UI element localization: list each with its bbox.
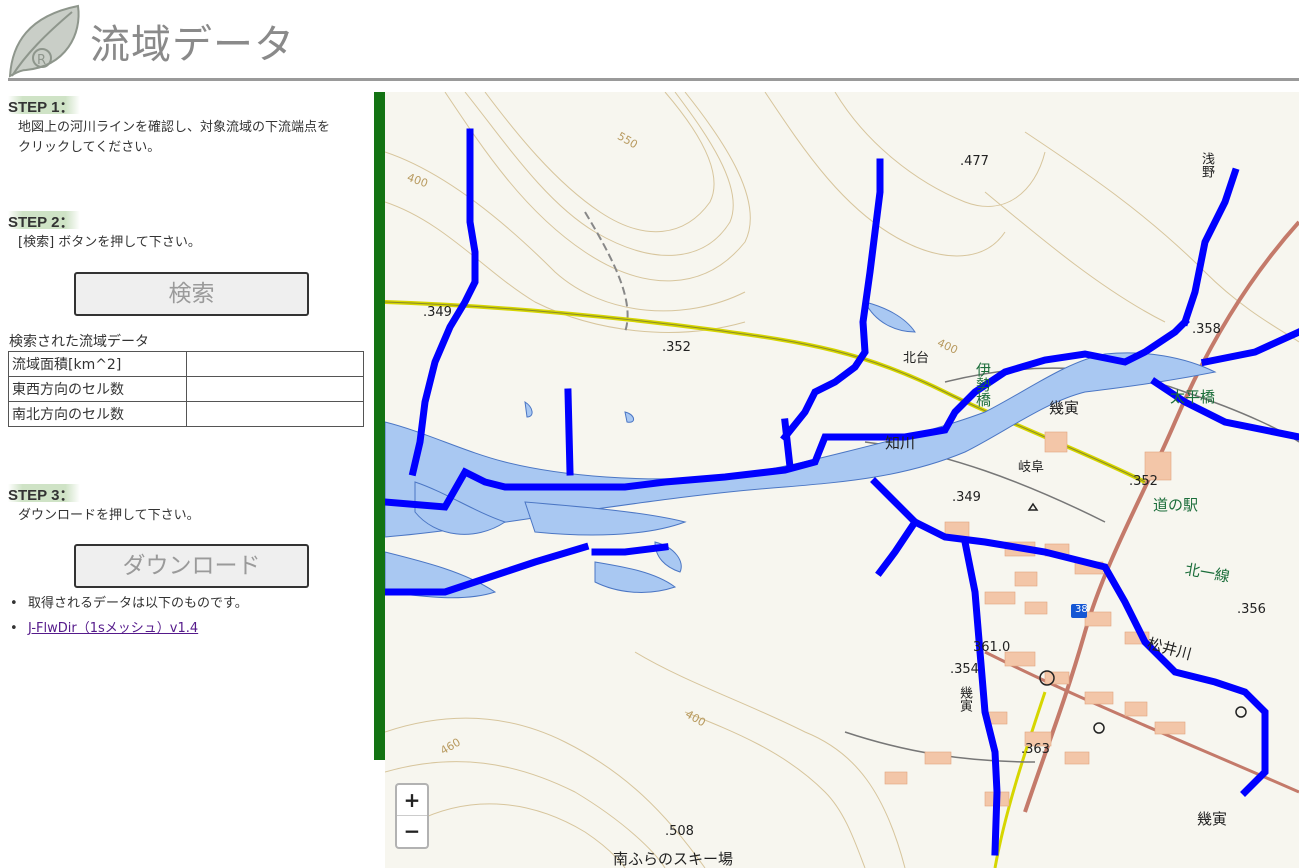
map-label-352a: .352 — [662, 340, 691, 355]
map-label-ikutora-2: 幾寅 — [957, 686, 972, 712]
map-label-ikutora-3: 幾寅 — [1197, 810, 1228, 828]
table-row: 東西方向のセル数 — [8, 376, 364, 402]
area-label: 流域面積[km^2] — [8, 351, 187, 377]
ns-cells-value — [186, 401, 364, 427]
map-label-354: .354 — [950, 662, 979, 677]
map-label-361-0: 361.0 — [973, 640, 1011, 655]
map-label-ski-area: 南ふらのスキー場 — [613, 850, 734, 868]
leaf-logo-icon: R — [8, 4, 80, 78]
map-label-ikutora-1: 幾寅 — [1049, 399, 1080, 417]
map-label-kitadai: 北台 — [903, 351, 930, 366]
svg-text:R: R — [37, 53, 46, 68]
map-canvas — [385, 92, 1299, 868]
table-row: 南北方向のセル数 — [8, 401, 364, 427]
map-label-508: .508 — [665, 824, 694, 839]
search-button[interactable]: 検索 — [74, 272, 309, 316]
zoom-out-button[interactable]: − — [397, 816, 427, 847]
map-label-352b: .352 — [1129, 474, 1158, 489]
header-divider — [8, 78, 1299, 81]
area-value — [186, 351, 364, 377]
map-label-356: .356 — [1237, 602, 1266, 617]
step1-badge: STEP 1： — [8, 96, 81, 116]
list-item: 取得されるデータは以下のものです。 — [10, 594, 248, 619]
map-label-gifu: 岐阜 — [1018, 460, 1045, 475]
map-label-ise-bridge: 伊勢橋 — [974, 362, 992, 407]
ew-cells-label: 東西方向のセル数 — [8, 376, 187, 402]
notes-list: 取得されるデータは以下のものです。 J-FlwDir（1sメッシュ）v1.4 — [10, 594, 248, 644]
step1-instruction-line1: 地図上の河川ラインを確認し、対象流域の下流端点を — [18, 120, 331, 135]
ns-cells-label: 南北方向のセル数 — [8, 401, 187, 427]
page-title: 流域データ — [90, 22, 295, 68]
map-label-358: .358 — [1192, 322, 1221, 337]
jflwdir-link[interactable]: J-FlwDir（1sメッシュ）v1.4 — [28, 621, 198, 636]
map-label-477: .477 — [960, 154, 989, 169]
zoom-in-button[interactable]: + — [397, 785, 427, 816]
ew-cells-value — [186, 376, 364, 402]
map-label-chiri: 知川 — [885, 434, 916, 452]
zoom-control: + − — [395, 783, 429, 849]
data-description: 取得されるデータは以下のものです。 — [28, 596, 248, 611]
result-table: 流域面積[km^2] 東西方向のセル数 南北方向のセル数 — [8, 351, 364, 427]
map-label-asano: 浅野 — [1199, 152, 1214, 178]
step1-instruction-line2: クリックしてください。 — [18, 140, 161, 155]
map-label-taiheibashi: 太平橋 — [1170, 388, 1216, 406]
app-header: R 流域データ — [0, 0, 1299, 82]
map-label-363: .363 — [1021, 742, 1050, 757]
map-label-349b: .349 — [952, 490, 981, 505]
map-label-349a: .349 — [423, 305, 452, 320]
step2-badge: STEP 2： — [8, 211, 81, 231]
step2-instruction: [検索] ボタンを押して下さい。 — [18, 235, 201, 250]
topographic-map[interactable]: .477 浅野 .349 .352 北台 伊勢橋 .358 太平橋 幾寅 知川 … — [385, 92, 1299, 868]
result-caption: 検索された流域データ — [9, 334, 149, 350]
list-item: J-FlwDir（1sメッシュ）v1.4 — [10, 619, 248, 644]
map-left-border — [374, 92, 385, 760]
map-label-route-38: 38 — [1075, 604, 1088, 615]
control-panel: STEP 1： 地図上の河川ラインを確認し、対象流域の下流端点を クリックしてく… — [0, 90, 372, 868]
step3-instruction: ダウンロードを押して下さい。 — [18, 508, 200, 523]
map-label-michinoeki: 道の駅 — [1153, 496, 1199, 514]
step3-badge: STEP 3： — [8, 484, 81, 504]
table-row: 流域面積[km^2] — [8, 351, 364, 377]
download-button[interactable]: ダウンロード — [74, 544, 309, 588]
